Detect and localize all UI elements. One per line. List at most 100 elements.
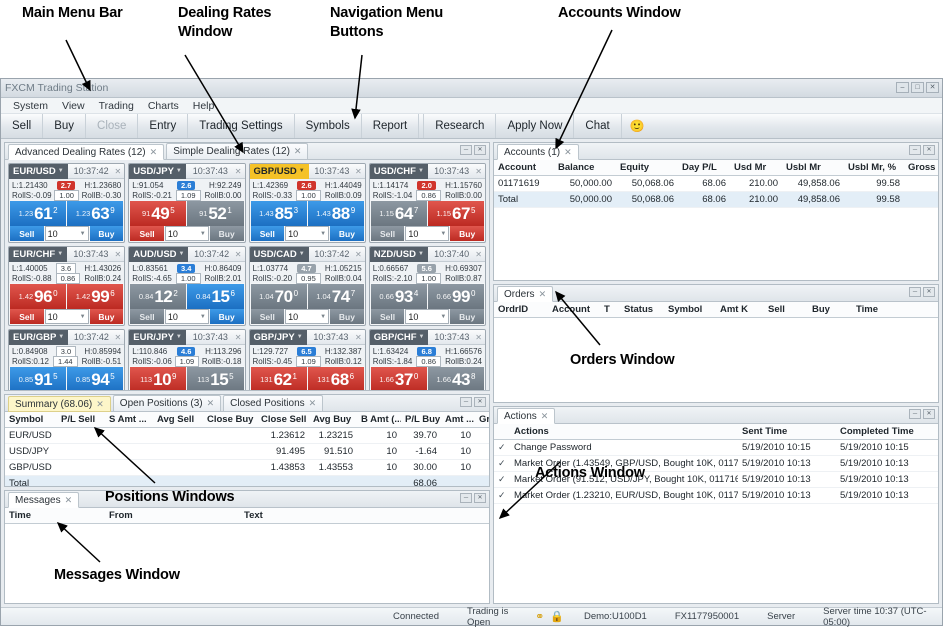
table-row[interactable]: USD/JPY91.49591.51010-1.6410-1.64-1.6 — [5, 443, 489, 460]
rate-sell-quote[interactable]: 91 49 5 — [130, 201, 187, 226]
chevron-down-icon[interactable]: ▼ — [176, 168, 182, 174]
orders-col-2[interactable]: T — [600, 302, 620, 318]
sell-button[interactable]: Sell — [10, 309, 44, 324]
rate-buy-quote[interactable]: 1.15 67 5 — [427, 201, 484, 226]
amount-stepper[interactable]: 10 ▼ — [285, 309, 330, 324]
rate-buy-quote[interactable]: 131 68 6 — [307, 367, 364, 390]
actions-col-1[interactable]: Sent Time — [738, 424, 836, 440]
chevron-down-icon[interactable]: ▼ — [58, 334, 64, 340]
rate-buy-quote[interactable]: 0.85 94 5 — [67, 367, 124, 390]
positions-close-icon[interactable]: ✕ — [474, 397, 486, 407]
tab-dealing-rates-1-close-icon[interactable]: ✕ — [294, 146, 302, 157]
tab-positions-2-close-icon[interactable]: ✕ — [309, 398, 317, 409]
tab-messages[interactable]: Messages ✕ — [8, 492, 80, 508]
buy-button[interactable]: Buy — [209, 226, 244, 241]
tab-orders[interactable]: Orders ✕ — [497, 286, 554, 302]
sell-button[interactable]: Sell — [130, 309, 164, 324]
rate-cell-nzd-usd[interactable]: NZD/USD ▼ 10:37:40 ✕ L:0.66567 5.6 H:0.69307 Ro… — [368, 246, 486, 326]
actions-col-3[interactable]: Comments — [934, 424, 938, 440]
menu-item-help[interactable]: Help — [186, 100, 222, 112]
buy-button[interactable]: Buy — [89, 226, 124, 241]
rate-cell-gbp-usd[interactable]: GBP/USD ▼ 10:37:43 ✕ L:1.42369 2.6 H:1.44049 Ro… — [248, 163, 366, 243]
rate-buy-quote[interactable]: 91 52 1 — [187, 201, 244, 226]
chevron-down-icon[interactable]: ▼ — [299, 168, 305, 174]
rate-cell-close-icon[interactable]: ✕ — [475, 167, 485, 176]
accounts-col-3[interactable]: Day P/L — [678, 160, 730, 176]
rate-buy-quote[interactable]: 0.66 99 0 — [427, 284, 484, 309]
amount-stepper[interactable]: 10 ▼ — [285, 226, 330, 241]
messages-minimize-icon[interactable]: ─ — [460, 493, 472, 503]
amount-stepper[interactable]: 10 ▼ — [44, 309, 89, 324]
rate-cell-close-icon[interactable]: ✕ — [235, 333, 245, 342]
rate-buy-quote[interactable]: 1.43 88 9 — [307, 201, 364, 226]
positions-col-6[interactable]: Avg Buy — [309, 412, 357, 428]
rate-cell-eur-jpy[interactable]: EUR/JPY ▼ 10:37:43 ✕ L:110.846 4.6 H:113.296 Ro… — [128, 329, 246, 390]
rate-cell-eur-chf[interactable]: EUR/CHF ▼ 10:37:43 ✕ L:1.40005 3.6 H:1.43026 Ro… — [8, 246, 126, 326]
messages-col-2[interactable]: Text — [240, 508, 489, 524]
chevron-down-icon[interactable]: ▼ — [179, 251, 185, 257]
table-row[interactable]: 01171619 50,000.00 50,068.06 68.06 210.00 49,… — [494, 175, 938, 192]
orders-minimize-icon[interactable]: ─ — [909, 287, 921, 297]
accounts-col-1[interactable]: Balance — [554, 160, 616, 176]
tab-positions-2[interactable]: Closed Positions ✕ — [223, 395, 324, 411]
tab-positions-0[interactable]: Summary (68.06) ✕ — [8, 396, 111, 412]
accounts-close-icon[interactable]: ✕ — [923, 145, 935, 155]
rate-symbol-box[interactable]: EUR/CHF ▼ — [9, 247, 68, 262]
positions-col-5[interactable]: Close Sell — [257, 412, 309, 428]
chevron-down-icon[interactable]: ▼ — [297, 334, 303, 340]
positions-col-2[interactable]: S Amt ... — [105, 412, 153, 428]
rate-cell-eur-gbp[interactable]: EUR/GBP ▼ 10:37:42 ✕ L:0.84908 3.0 H:0.85994 Ro… — [8, 329, 126, 390]
rate-cell-close-icon[interactable]: ✕ — [235, 250, 245, 259]
tab-dealing-rates-0[interactable]: Advanced Dealing Rates (12) ✕ — [8, 144, 165, 160]
chevron-down-icon[interactable]: ▼ — [200, 314, 206, 320]
orders-col-1[interactable]: Account — [548, 302, 600, 318]
rate-symbol-box[interactable]: USD/CHF ▼ — [369, 164, 428, 179]
rate-sell-quote[interactable]: 0.85 91 5 — [10, 367, 67, 390]
orders-col-6[interactable]: Sell — [764, 302, 808, 318]
rate-sell-quote[interactable]: 0.66 93 4 — [370, 284, 427, 309]
table-row[interactable]: Total68.0668.0668.0 — [5, 475, 489, 486]
buy-button[interactable]: Buy — [89, 309, 124, 324]
toolbar-button-trading-settings[interactable]: Trading Settings — [188, 114, 295, 138]
chevron-down-icon[interactable]: ▼ — [57, 251, 63, 257]
tab-dealing-rates-1[interactable]: Simple Dealing Rates (12) ✕ — [166, 143, 309, 159]
chevron-down-icon[interactable]: ▼ — [418, 168, 424, 174]
chevron-down-icon[interactable]: ▼ — [418, 251, 424, 257]
rate-buy-quote[interactable]: 1.23 63 9 — [67, 201, 124, 226]
messages-col-0[interactable]: Time — [5, 508, 105, 524]
rate-cell-close-icon[interactable]: ✕ — [355, 250, 365, 259]
rate-sell-quote[interactable]: 1.42 96 0 — [10, 284, 67, 309]
positions-minimize-icon[interactable]: ─ — [460, 397, 472, 407]
chevron-down-icon[interactable]: ▼ — [176, 334, 182, 340]
rate-cell-aud-usd[interactable]: AUD/USD ▼ 10:37:42 ✕ L:0.83561 3.4 H:0.86409 Ro… — [128, 246, 246, 326]
positions-col-7[interactable]: B Amt (... — [357, 412, 401, 428]
toolbar-button-buy[interactable]: Buy — [43, 114, 87, 138]
rate-symbol-box[interactable]: NZD/USD ▼ — [369, 247, 428, 262]
toolbar-button-entry[interactable]: Entry — [138, 114, 189, 138]
accounts-col-0[interactable]: Account — [494, 160, 554, 176]
sell-button[interactable]: Sell — [10, 226, 44, 241]
rate-sell-quote[interactable]: 131 62 1 — [250, 367, 307, 390]
positions-col-0[interactable]: Symbol — [5, 412, 57, 428]
chevron-down-icon[interactable]: ▼ — [80, 314, 86, 320]
sell-button[interactable]: Sell — [130, 226, 164, 241]
rate-sell-quote[interactable]: 113 10 9 — [130, 367, 187, 390]
dealing-rates-minimize-icon[interactable]: ─ — [460, 145, 472, 155]
orders-col-0[interactable]: OrdrID — [494, 302, 548, 318]
rate-symbol-box[interactable]: GBP/CHF ▼ — [369, 330, 429, 345]
actions-close-icon[interactable]: ✕ — [923, 409, 935, 419]
table-row[interactable]: EUR/USD1.236121.232151039.701039.7039.70 — [5, 427, 489, 444]
dealing-rates-close-icon[interactable]: ✕ — [474, 145, 486, 155]
rate-symbol-box[interactable]: USD/CAD ▼ — [249, 247, 309, 262]
positions-col-10[interactable]: Gross P/L — [475, 412, 489, 428]
orders-col-8[interactable]: Time — [852, 302, 938, 318]
positions-col-8[interactable]: P/L Buy — [401, 412, 441, 428]
buy-button[interactable]: Buy — [450, 309, 484, 324]
close-button[interactable]: ✕ — [926, 82, 939, 93]
sell-button[interactable]: Sell — [250, 226, 285, 241]
buy-button[interactable]: Buy — [330, 226, 364, 241]
positions-col-1[interactable]: P/L Sell — [57, 412, 105, 428]
rate-buy-quote[interactable]: 113 15 5 — [187, 367, 244, 390]
rate-symbol-box[interactable]: USD/JPY ▼ — [129, 164, 186, 179]
table-row[interactable]: Total 50,000.00 50,068.06 68.06 210.00 49,858… — [494, 191, 938, 208]
